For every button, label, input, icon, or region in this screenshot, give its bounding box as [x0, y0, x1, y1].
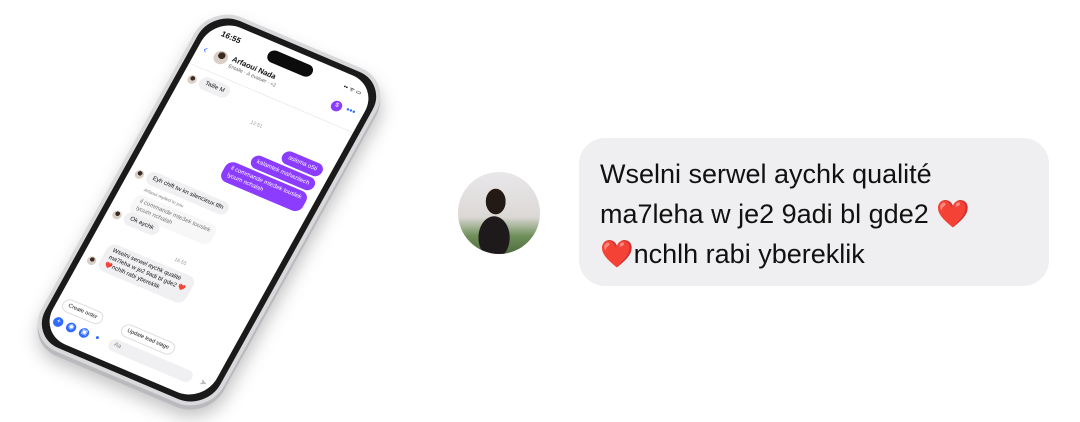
phone-frame: 16:55 ▪▪ ᯤ ▭ ‹ Arfaoui Nada Entalle · À … [25, 4, 393, 416]
plus-icon[interactable]: + [51, 315, 66, 329]
payment-icon[interactable]: $ [328, 99, 345, 114]
contact-avatar[interactable] [210, 48, 231, 67]
message-incoming-highlighted[interactable]: Wselni serwel aychk qualité ma7leha w je… [95, 242, 198, 306]
status-icons: ▪▪ ᯤ ▭ [342, 84, 363, 97]
sender-avatar [133, 168, 146, 181]
more-icon[interactable]: ••• [344, 104, 358, 116]
sender-avatar [185, 73, 199, 86]
send-icon[interactable]: ➤ [197, 377, 210, 390]
gallery-icon[interactable]: ▣ [76, 326, 92, 340]
microphone-icon[interactable]: ● [90, 332, 104, 345]
status-time: 16:55 [219, 29, 243, 46]
sender-avatar [110, 209, 124, 221]
message-text-large: Wselni serwel aychk qualité ma7leha w je… [600, 159, 970, 269]
phone-screen: 16:55 ▪▪ ᯤ ▭ ‹ Arfaoui Nada Entalle · À … [39, 16, 379, 404]
camera-icon[interactable]: ◉ [64, 321, 79, 334]
sender-avatar [85, 254, 98, 267]
phone-mockup: 16:55 ▪▪ ᯤ ▭ ‹ Arfaoui Nada Entalle · À … [25, 4, 393, 416]
sender-avatar-large [458, 172, 540, 254]
back-icon[interactable]: ‹ [201, 44, 210, 56]
